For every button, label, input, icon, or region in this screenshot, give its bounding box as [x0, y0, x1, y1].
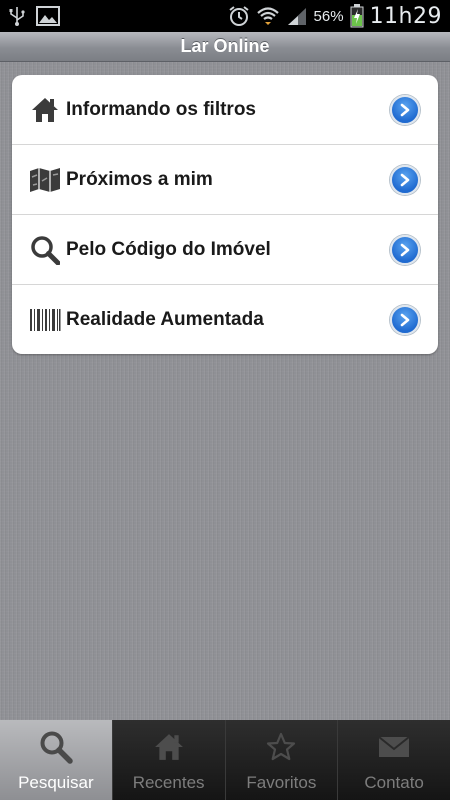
- menu-item-nearby[interactable]: Próximos a mim: [12, 145, 438, 215]
- menu-item-property-code[interactable]: Pelo Código do Imóvel: [12, 215, 438, 285]
- chevron-right-icon[interactable]: [390, 94, 420, 125]
- tab-label: Contato: [364, 773, 424, 792]
- image-icon: [36, 6, 60, 26]
- wifi-icon: [256, 5, 280, 27]
- home-icon: [28, 93, 62, 127]
- content-area: Informando os filtros Próximos a mim Pel…: [0, 62, 450, 720]
- tab-recentes[interactable]: Recentes: [111, 720, 225, 800]
- home-icon: [154, 729, 184, 765]
- barcode-icon: [28, 303, 62, 337]
- menu-item-augmented-reality[interactable]: Realidade Aumentada: [12, 285, 438, 354]
- menu-item-label: Informando os filtros: [66, 98, 256, 120]
- tab-contato[interactable]: Contato: [337, 720, 450, 800]
- search-icon: [39, 729, 73, 765]
- chevron-right-icon[interactable]: [390, 164, 420, 195]
- tab-label: Favoritos: [246, 773, 317, 792]
- chevron-right-icon[interactable]: [390, 234, 420, 265]
- tab-pesquisar[interactable]: Pesquisar: [0, 720, 112, 800]
- map-icon: [28, 163, 62, 197]
- signal-icon: [286, 6, 308, 26]
- menu-item-filters[interactable]: Informando os filtros: [12, 75, 438, 145]
- clock: 11h29: [369, 3, 442, 29]
- battery-charging-icon: [350, 4, 364, 28]
- mail-icon: [378, 729, 410, 765]
- app-title-bar: Lar Online: [0, 32, 450, 62]
- tab-favoritos[interactable]: Favoritos: [224, 720, 338, 800]
- star-icon: [266, 729, 296, 765]
- menu-item-label: Pelo Código do Imóvel: [66, 238, 271, 260]
- tab-label: Pesquisar: [18, 773, 94, 792]
- page-title: Lar Online: [180, 36, 270, 56]
- battery-percent: 56%: [313, 7, 344, 25]
- status-bar: 56% 11h29: [0, 0, 450, 32]
- alarm-icon: [228, 5, 250, 27]
- search-menu: Informando os filtros Próximos a mim Pel…: [12, 75, 438, 354]
- usb-icon: [8, 5, 26, 27]
- chevron-right-icon[interactable]: [390, 305, 420, 335]
- menu-item-label: Próximos a mim: [66, 168, 213, 190]
- search-icon: [28, 233, 62, 267]
- bottom-tab-bar: Pesquisar Recentes Favoritos Contato: [0, 720, 450, 800]
- menu-item-label: Realidade Aumentada: [66, 309, 264, 330]
- tab-label: Recentes: [132, 773, 205, 792]
